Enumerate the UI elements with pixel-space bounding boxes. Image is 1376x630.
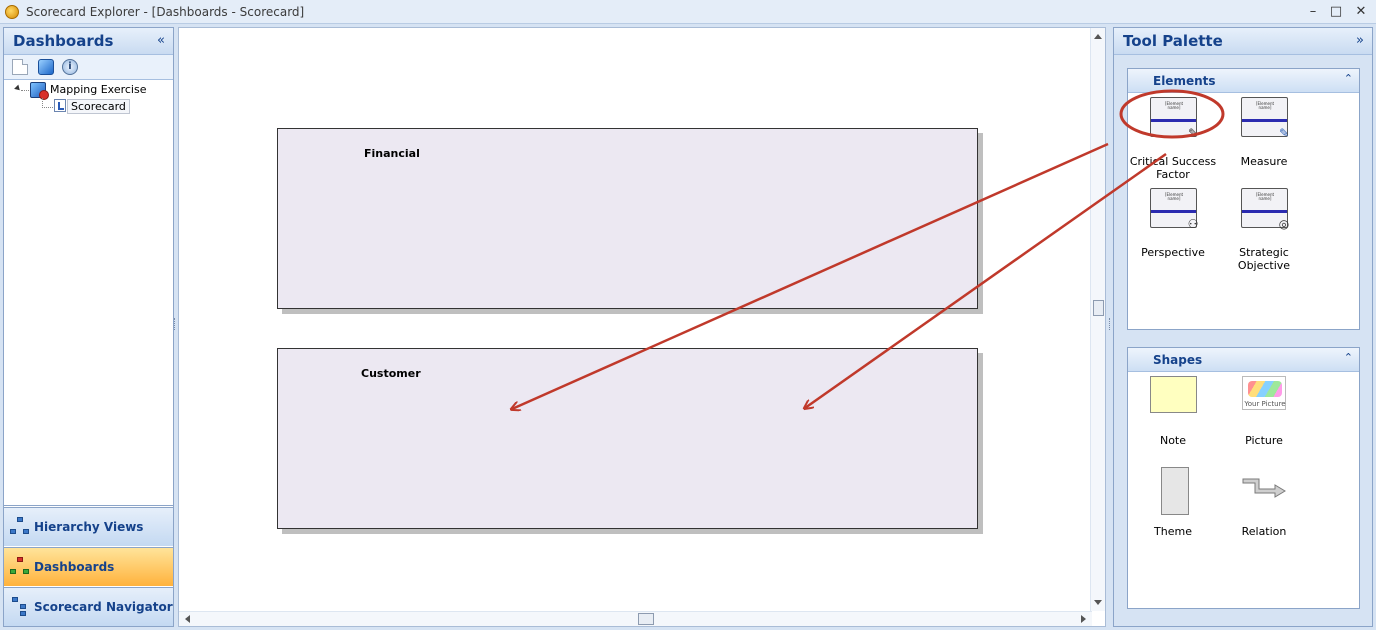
collapse-panel-icon[interactable]: « bbox=[157, 33, 165, 48]
perspective-label: Customer bbox=[361, 367, 421, 380]
elements-group-title: Elements bbox=[1153, 74, 1216, 88]
palette-item-label: Picture bbox=[1245, 434, 1283, 447]
minimize-button[interactable]: – bbox=[1302, 2, 1324, 22]
scorecard-icon bbox=[54, 99, 66, 112]
tree-connector bbox=[21, 90, 29, 91]
info-icon[interactable]: i bbox=[62, 59, 78, 75]
dashboard-tree-icon bbox=[10, 557, 30, 577]
critical-success-factor-icon: [Element name] ✎ bbox=[1150, 97, 1199, 140]
window-title: Scorecard Explorer - [Dashboards - Score… bbox=[26, 5, 305, 19]
perspective-box-customer[interactable]: Customer bbox=[277, 348, 978, 529]
horizontal-scroll-thumb[interactable] bbox=[638, 613, 654, 625]
tree-item-mapping-exercise[interactable]: Mapping Exercise bbox=[50, 83, 146, 96]
nav-hierarchy-views[interactable]: Hierarchy Views bbox=[4, 507, 173, 546]
note-icon bbox=[1150, 376, 1197, 413]
scroll-up-icon[interactable] bbox=[1094, 34, 1102, 39]
tool-palette-header: Tool Palette » bbox=[1114, 28, 1372, 55]
strategic-objective-icon: [Element name] ◎ bbox=[1241, 188, 1290, 231]
dashboards-panel: Dashboards « i Mapping Exercise Scorecar… bbox=[3, 27, 174, 627]
tool-palette-title: Tool Palette bbox=[1123, 32, 1223, 50]
binoculars-icon: ⚇ bbox=[1187, 217, 1199, 231]
palette-item-relation[interactable]: Relation bbox=[1219, 467, 1309, 538]
target-icon: ◎ bbox=[1278, 217, 1290, 231]
shapes-group-title: Shapes bbox=[1153, 353, 1203, 367]
palette-item-label: Strategic Objective bbox=[1237, 246, 1291, 272]
dashboards-panel-header: Dashboards « bbox=[4, 28, 173, 55]
maximize-button[interactable]: □ bbox=[1325, 2, 1347, 22]
palette-item-strategic-objective[interactable]: [Element name] ◎ Strategic Objective bbox=[1219, 188, 1309, 272]
title-bar: Scorecard Explorer - [Dashboards - Score… bbox=[0, 0, 1376, 24]
tree-item-scorecard[interactable]: Scorecard bbox=[67, 99, 130, 114]
database-icon bbox=[30, 82, 49, 100]
palette-item-measure[interactable]: [Element name] ✎ Measure bbox=[1219, 97, 1309, 177]
nav-scorecard-navigator[interactable]: Scorecard Navigator bbox=[4, 587, 173, 626]
picture-icon: Your Picture bbox=[1242, 376, 1286, 410]
ruler-icon: ✎ bbox=[1278, 126, 1290, 140]
elements-group-header[interactable]: Elements ⌃ bbox=[1128, 69, 1359, 93]
perspective-label: Financial bbox=[364, 147, 420, 160]
scroll-down-icon[interactable] bbox=[1094, 600, 1102, 605]
palette-item-label: Theme bbox=[1154, 525, 1192, 538]
perspective-icon: [Element name] ⚇ bbox=[1150, 188, 1199, 231]
close-button[interactable]: ✕ bbox=[1350, 2, 1372, 22]
theme-icon bbox=[1161, 467, 1189, 515]
new-document-icon[interactable] bbox=[12, 59, 28, 75]
scroll-right-icon[interactable] bbox=[1081, 615, 1086, 623]
nav-dashboards[interactable]: Dashboards bbox=[4, 547, 173, 586]
palette-item-perspective[interactable]: [Element name] ⚇ Perspective bbox=[1128, 188, 1218, 268]
element-name-placeholder: [Element name] bbox=[1164, 101, 1184, 110]
element-name-placeholder: [Element name] bbox=[1164, 192, 1184, 201]
palette-item-label: Note bbox=[1159, 434, 1187, 447]
palette-item-label: Measure bbox=[1240, 155, 1288, 168]
vertical-scrollbar[interactable] bbox=[1090, 28, 1105, 611]
scorecard-canvas[interactable]: Financial Customer bbox=[178, 27, 1106, 627]
relation-arrow-icon bbox=[1242, 478, 1286, 498]
nav-scorecard-navigator-label: Scorecard Navigator bbox=[34, 600, 173, 614]
navigator-icon bbox=[10, 597, 30, 617]
nav-dashboards-label: Dashboards bbox=[34, 560, 115, 574]
palette-item-note[interactable]: Note bbox=[1128, 376, 1218, 447]
dashboards-toolbar: i bbox=[4, 55, 173, 80]
element-name-placeholder: [Element name] bbox=[1255, 192, 1275, 201]
right-splitter[interactable] bbox=[1109, 318, 1112, 330]
shapes-group-header[interactable]: Shapes ⌃ bbox=[1128, 348, 1359, 372]
tree-connector bbox=[42, 107, 53, 108]
collapse-palette-icon[interactable]: » bbox=[1356, 33, 1364, 48]
palette-item-label: Critical Success Factor bbox=[1129, 155, 1217, 181]
nav-hierarchy-views-label: Hierarchy Views bbox=[34, 520, 144, 534]
tool-palette-panel: Tool Palette » Elements ⌃ [Element name]… bbox=[1113, 27, 1373, 627]
left-splitter[interactable] bbox=[174, 318, 177, 330]
palette-item-label: Relation bbox=[1241, 525, 1287, 538]
measure-icon: [Element name] ✎ bbox=[1241, 97, 1290, 140]
collapse-group-icon[interactable]: ⌃ bbox=[1344, 72, 1353, 85]
element-name-placeholder: [Element name] bbox=[1255, 101, 1275, 110]
palette-item-picture[interactable]: Your Picture Picture bbox=[1219, 376, 1309, 447]
dashboards-panel-title: Dashboards bbox=[13, 32, 114, 50]
perspective-box-financial[interactable]: Financial bbox=[277, 128, 978, 309]
picture-placeholder-text: Your Picture bbox=[1244, 400, 1286, 408]
wrench-icon: ✎ bbox=[1187, 126, 1199, 140]
elements-group: Elements ⌃ [Element name] ✎ Critical Suc… bbox=[1127, 68, 1360, 330]
hierarchy-icon bbox=[10, 517, 30, 537]
cube-icon[interactable] bbox=[38, 59, 54, 75]
horizontal-scrollbar[interactable] bbox=[179, 611, 1092, 626]
dashboard-tree bbox=[4, 81, 173, 506]
palette-item-theme[interactable]: Theme bbox=[1128, 467, 1218, 538]
palette-item-critical-success-factor[interactable]: [Element name] ✎ Critical Success Factor bbox=[1128, 97, 1218, 181]
scroll-left-icon[interactable] bbox=[185, 615, 190, 623]
shapes-group: Shapes ⌃ Note Your Picture Picture Theme… bbox=[1127, 347, 1360, 609]
vertical-scroll-thumb[interactable] bbox=[1093, 300, 1104, 316]
palette-item-label: Perspective bbox=[1141, 246, 1205, 259]
collapse-group-icon[interactable]: ⌃ bbox=[1344, 351, 1353, 364]
app-icon bbox=[5, 5, 19, 19]
